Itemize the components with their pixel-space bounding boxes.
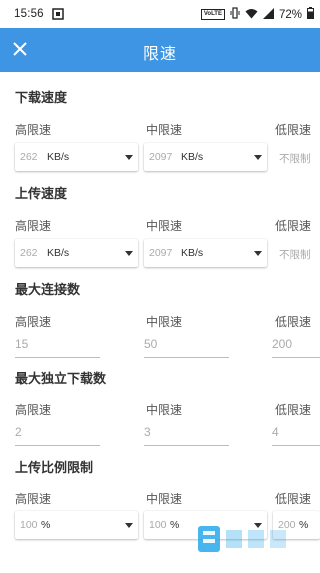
connections-high-value: 15 bbox=[15, 337, 29, 351]
ratio-low-label: 低限速 bbox=[275, 492, 312, 506]
status-icons: VoLTE 72% bbox=[200, 7, 314, 22]
status-time: 15:56 bbox=[14, 8, 44, 20]
ratio-mid-label: 中限速 bbox=[146, 492, 183, 506]
downloads-high-value: 2 bbox=[15, 425, 22, 439]
upload-high-unit: KB/s bbox=[47, 247, 70, 259]
chevron-down-icon bbox=[254, 251, 262, 256]
battery-percent: 72% bbox=[278, 8, 302, 21]
connections-mid-value: 50 bbox=[144, 337, 158, 351]
connections-high-input[interactable]: 15 bbox=[15, 334, 100, 358]
downloads-mid-label: 中限速 bbox=[146, 403, 183, 417]
chevron-down-icon bbox=[125, 251, 133, 256]
max-downloads-title: 最大独立下载数 bbox=[15, 372, 107, 387]
ratio-mid-unit: % bbox=[170, 519, 180, 531]
upload-ratio-title: 上传比例限制 bbox=[15, 461, 94, 476]
upload-mid-value: 2097 bbox=[149, 247, 173, 259]
ratio-high-label: 高限速 bbox=[15, 492, 52, 506]
page-title: 限速 bbox=[142, 44, 177, 63]
download-high-select[interactable]: 262 KB/s bbox=[15, 143, 138, 171]
connections-low-value: 200 bbox=[272, 337, 293, 351]
ratio-high-unit: % bbox=[41, 519, 51, 531]
connections-low-input[interactable]: 200 bbox=[272, 334, 320, 358]
download-low-value[interactable]: 不限制 bbox=[279, 151, 311, 166]
upload-mid-select[interactable]: 2097 KB/s bbox=[144, 239, 267, 267]
upload-high-value: 262 bbox=[20, 247, 38, 259]
battery-icon bbox=[307, 7, 314, 22]
chevron-down-icon bbox=[125, 155, 133, 160]
download-mid-value: 2097 bbox=[149, 151, 173, 163]
downloads-low-value: 4 bbox=[272, 425, 279, 439]
download-high-label: 高限速 bbox=[15, 123, 52, 137]
downloads-low-label: 低限速 bbox=[275, 403, 312, 417]
upload-mid-label: 中限速 bbox=[146, 219, 183, 233]
connections-mid-label: 中限速 bbox=[146, 315, 183, 329]
downloads-mid-input[interactable]: 3 bbox=[144, 422, 229, 446]
screen-mirror-icon bbox=[52, 8, 64, 23]
upload-high-select[interactable]: 262 KB/s bbox=[15, 239, 138, 267]
vibrate-icon bbox=[230, 7, 240, 22]
app-toolbar: 限速 bbox=[0, 28, 320, 72]
download-mid-label: 中限速 bbox=[146, 123, 183, 137]
download-high-value: 262 bbox=[20, 151, 38, 163]
upload-low-label: 低限速 bbox=[275, 219, 312, 233]
downloads-low-input[interactable]: 4 bbox=[272, 422, 320, 446]
upload-speed-title: 上传速度 bbox=[15, 187, 68, 202]
brand-watermark bbox=[194, 520, 306, 558]
download-mid-select[interactable]: 2097 KB/s bbox=[144, 143, 267, 171]
ratio-high-select[interactable]: 100 % bbox=[15, 511, 138, 539]
upload-high-label: 高限速 bbox=[15, 219, 52, 233]
max-connections-title: 最大连接数 bbox=[15, 283, 81, 298]
downloads-high-input[interactable]: 2 bbox=[15, 422, 100, 446]
download-mid-unit: KB/s bbox=[181, 151, 204, 163]
upload-mid-unit: KB/s bbox=[181, 247, 204, 259]
wifi-icon bbox=[245, 8, 258, 22]
download-speed-title: 下载速度 bbox=[15, 91, 68, 106]
volte-badge: VoLTE bbox=[200, 9, 225, 20]
downloads-mid-value: 3 bbox=[144, 425, 151, 439]
connections-low-label: 低限速 bbox=[275, 315, 312, 329]
chevron-down-icon bbox=[254, 155, 262, 160]
connections-mid-input[interactable]: 50 bbox=[144, 334, 229, 358]
ratio-mid-value: 100 bbox=[149, 519, 167, 531]
ratio-high-value: 100 bbox=[20, 519, 38, 531]
downloads-high-label: 高限速 bbox=[15, 403, 52, 417]
download-high-unit: KB/s bbox=[47, 151, 70, 163]
chevron-down-icon bbox=[125, 523, 133, 528]
upload-low-value[interactable]: 不限制 bbox=[279, 247, 311, 262]
connections-high-label: 高限速 bbox=[15, 315, 52, 329]
status-bar: 15:56 VoLTE 72% bbox=[0, 0, 320, 28]
signal-icon bbox=[262, 7, 274, 22]
download-low-label: 低限速 bbox=[275, 123, 312, 137]
